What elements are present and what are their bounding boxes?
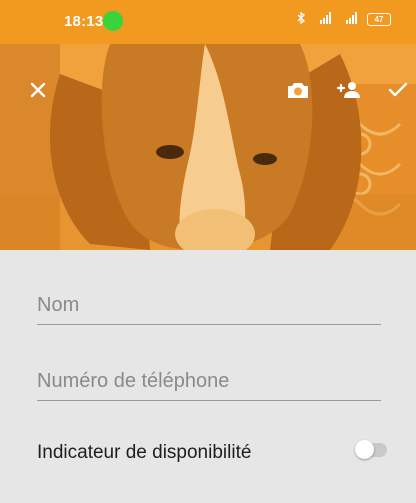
signal-icon-2 xyxy=(341,12,357,27)
signal-icon-1 xyxy=(315,12,331,27)
bluetooth-icon xyxy=(297,11,306,27)
camera-button[interactable] xyxy=(282,74,314,106)
camera-icon xyxy=(288,83,308,98)
toggle-knob xyxy=(355,440,374,459)
name-input[interactable] xyxy=(37,294,381,317)
close-button[interactable] xyxy=(22,74,54,106)
add-person-icon xyxy=(336,82,360,98)
status-time: 18:13 xyxy=(64,13,104,30)
phone-input[interactable] xyxy=(37,370,381,393)
status-icons: 47 xyxy=(297,11,391,27)
confirm-button[interactable] xyxy=(382,74,414,106)
status-bar: 18:13 47 xyxy=(0,0,416,44)
contact-photo-header[interactable] xyxy=(0,44,416,250)
availability-label: Indicateur de disponibilité xyxy=(37,442,252,463)
contact-form: Indicateur de disponibilité xyxy=(0,250,416,503)
battery-icon: 47 xyxy=(367,13,391,26)
phone-field xyxy=(37,360,381,401)
availability-toggle[interactable] xyxy=(355,440,387,459)
recording-indicator xyxy=(103,11,123,31)
check-icon xyxy=(388,82,408,97)
close-icon xyxy=(30,82,46,98)
name-field xyxy=(37,284,381,325)
add-contact-button[interactable] xyxy=(333,74,365,106)
availability-row: Indicateur de disponibilité xyxy=(37,437,387,469)
